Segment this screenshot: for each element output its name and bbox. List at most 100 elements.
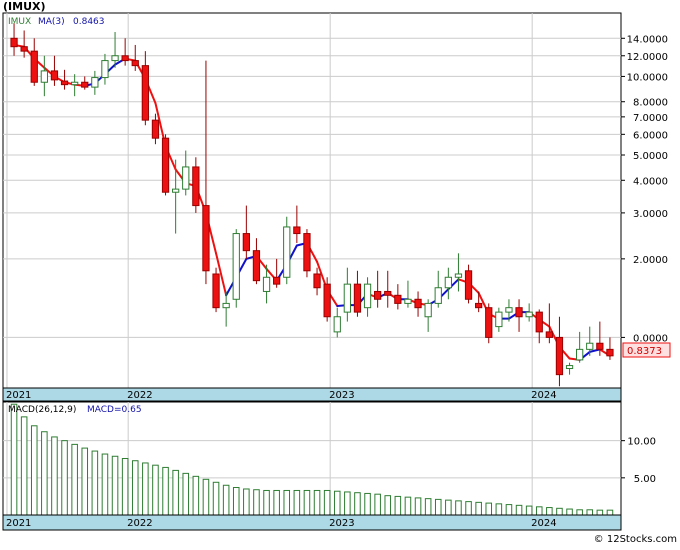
candle-up (343, 283, 351, 313)
candle-down (30, 50, 38, 83)
candle-up (454, 273, 463, 278)
candle-up (232, 233, 240, 300)
macd-y-tick-label: 5.00 (634, 474, 656, 485)
candle-down (374, 290, 382, 300)
candle-up (565, 365, 574, 370)
candle-down (10, 37, 18, 48)
macd-bar (20, 416, 28, 516)
candle-down (414, 298, 422, 309)
macd-bar (424, 498, 432, 516)
macd-x-axis-band (2, 514, 622, 531)
watermark: © 12Stocks.com (594, 534, 677, 545)
macd-bar (253, 489, 260, 516)
macd-bar (414, 497, 422, 516)
macd-bar (384, 495, 392, 516)
candle-up (363, 283, 372, 309)
candle-up (71, 81, 79, 86)
candle-down (303, 233, 311, 272)
candle-down (596, 342, 604, 350)
candle-up (101, 60, 109, 79)
macd-bar (121, 458, 129, 516)
candle-down (141, 65, 149, 121)
macd-bar (586, 509, 594, 516)
candle-down (81, 81, 89, 88)
macd-bar (374, 493, 381, 516)
macd-bar (535, 506, 543, 516)
candle-down (535, 311, 543, 333)
macd-bar (41, 431, 48, 516)
macd-bar (576, 509, 583, 516)
candle-down (606, 348, 614, 357)
macd-bar (485, 502, 493, 516)
macd-y-tick-label: 10.00 (627, 437, 656, 448)
candle-up (404, 298, 412, 304)
macd-bar (455, 500, 462, 516)
macd-bar (263, 489, 270, 516)
candle-down (545, 331, 553, 338)
candle-up (505, 307, 513, 313)
macd-bar (505, 504, 513, 516)
macd-bar (404, 496, 412, 516)
price-y-tick-label: 10.0000 (627, 72, 668, 83)
macd-bar (364, 492, 371, 516)
candle-up (586, 342, 594, 350)
macd-bar (101, 453, 109, 516)
candle-down (161, 137, 170, 193)
macd-bar (10, 403, 18, 516)
candle-up (444, 276, 452, 289)
candle-up (576, 348, 584, 361)
macd-bar (243, 488, 250, 516)
candle-down (353, 283, 362, 313)
price-x-label: 2024 (531, 390, 556, 401)
macd-bar (192, 475, 200, 516)
macd-bar (172, 469, 179, 516)
candle-up (172, 188, 180, 193)
candle-down (273, 276, 281, 285)
macd-bar (394, 495, 402, 516)
price-x-label: 2021 (6, 390, 31, 401)
candle-down (252, 250, 261, 282)
macd-bar (232, 486, 240, 516)
macd-bar (303, 489, 311, 516)
legend-ma-label: MA(3) (38, 17, 65, 27)
candle-down (60, 80, 69, 86)
candle-up (111, 55, 119, 62)
price-y-tick-label: 8.0000 (633, 98, 668, 109)
macd-bar (71, 443, 78, 516)
macd-x-label: 2022 (127, 518, 152, 529)
candle-up (283, 226, 291, 278)
macd-bar (293, 489, 301, 516)
stock-chart: 14.0000 12.0000 10.0000 8.0000 7.0000 6.0000 5… (0, 0, 680, 546)
price-y-tick-label: 5.0000 (633, 151, 668, 162)
macd-bar (111, 455, 119, 516)
candle-down (192, 166, 200, 207)
candle-up (91, 77, 99, 88)
price-y-tick-label: 6.0000 (633, 130, 668, 141)
candle-up (495, 311, 503, 328)
macd-bar (434, 498, 442, 516)
candle-down (212, 273, 220, 309)
macd-bar (566, 508, 573, 516)
price-y-tick-label: 2.0000 (633, 255, 668, 266)
macd-bar (182, 472, 190, 516)
chart-title: (IMUX) (3, 0, 46, 13)
macd-bar (475, 501, 482, 516)
candle-down (384, 290, 392, 296)
macd-bar (495, 503, 503, 516)
candle-down (555, 336, 564, 376)
candle-up (262, 276, 271, 292)
candle-down (293, 226, 301, 235)
candle-down (394, 294, 402, 304)
candle-down (323, 283, 331, 318)
price-x-label: 2022 (127, 390, 152, 401)
macd-bar (546, 507, 553, 516)
candle-down (464, 270, 473, 300)
macd-x-label: 2023 (329, 518, 354, 529)
candle-down (202, 205, 210, 272)
macd-bar (81, 447, 89, 516)
candle-down (485, 307, 493, 338)
legend-ticker: IMUX (8, 17, 31, 27)
price-y-tick-label: 3.0000 (633, 209, 668, 220)
macd-bar (273, 489, 280, 516)
candle-down (151, 119, 160, 139)
